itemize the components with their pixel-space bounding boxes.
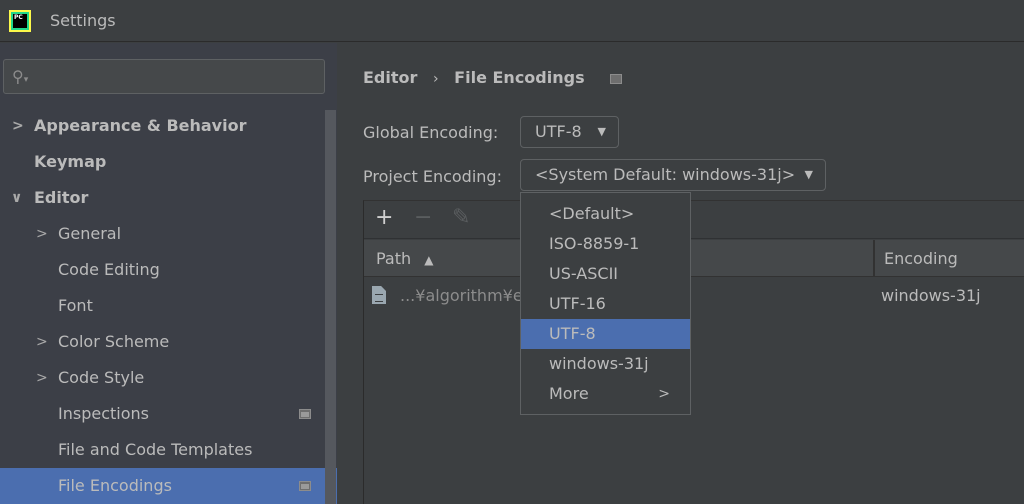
sidebar-scrollbar[interactable] [325, 110, 336, 504]
dropdown-option-iso-8859-1[interactable]: ISO-8859-1 [521, 229, 690, 259]
table-row[interactable]: ...¥algorithm¥ev windows-31j [364, 278, 1024, 314]
encoding-table: + − ✎ Path ▲ Encoding ...¥algorithm¥ev w… [363, 200, 1024, 504]
dropdown-caret-icon: ▼ [597, 125, 606, 138]
search-icon[interactable]: ⚲▾ [12, 67, 28, 86]
sidebar-item-editor[interactable]: ∨ Editor [0, 180, 337, 216]
breadcrumb-current: File Encodings [454, 68, 585, 87]
project-scope-icon [610, 73, 623, 84]
project-encoding-dropdown: <Default> ISO-8859-1 US-ASCII UTF-16 UTF… [520, 192, 691, 415]
column-divider[interactable] [873, 240, 875, 277]
breadcrumb-separator: › [432, 71, 439, 87]
column-header-path[interactable]: Path ▲ [376, 240, 433, 279]
global-encoding-label: Global Encoding: [363, 123, 499, 142]
dropdown-option-windows-31j[interactable]: windows-31j [521, 349, 690, 379]
column-header-encoding[interactable]: Encoding [884, 240, 958, 277]
row-encoding[interactable]: windows-31j [881, 278, 981, 314]
dropdown-option-utf-16[interactable]: UTF-16 [521, 289, 690, 319]
dropdown-option-more[interactable]: More > [521, 379, 690, 409]
chevron-right-icon[interactable]: > [36, 216, 48, 252]
sidebar-item-file-encodings[interactable]: File Encodings [0, 468, 337, 504]
sidebar-item-inspections[interactable]: Inspections [0, 396, 337, 432]
sidebar-item-code-editing[interactable]: Code Editing [0, 252, 337, 288]
global-encoding-select[interactable]: UTF-8 ▼ [520, 116, 619, 148]
sort-ascending-icon: ▲ [424, 253, 434, 267]
breadcrumb: Editor › File Encodings [363, 68, 632, 87]
dropdown-option-us-ascii[interactable]: US-ASCII [521, 259, 690, 289]
project-encoding-label: Project Encoding: [363, 167, 502, 186]
chevron-right-icon[interactable]: > [36, 324, 48, 360]
dropdown-option-default[interactable]: <Default> [521, 199, 690, 229]
project-scope-icon [299, 481, 311, 491]
settings-sidebar: ⚲▾ > Appearance & Behavior Keymap ∨ Edit… [0, 43, 337, 504]
chevron-down-icon[interactable]: ∨ [11, 180, 22, 216]
file-icon [372, 286, 386, 304]
chevron-right-icon[interactable]: > [12, 108, 24, 144]
sidebar-item-code-style[interactable]: > Code Style [0, 360, 337, 396]
remove-icon[interactable]: − [414, 205, 432, 230]
sidebar-item-general[interactable]: > General [0, 216, 337, 252]
row-path: ...¥algorithm¥ev [400, 286, 533, 305]
project-scope-icon [299, 409, 311, 419]
table-toolbar: + − ✎ [364, 201, 1024, 239]
window-title: Settings [50, 11, 116, 30]
dropdown-caret-icon: ▼ [804, 168, 813, 181]
project-encoding-select[interactable]: <System Default: windows-31j> ▼ [520, 159, 826, 191]
add-icon[interactable]: + [375, 205, 393, 230]
breadcrumb-parent[interactable]: Editor [363, 68, 417, 87]
edit-icon[interactable]: ✎ [452, 205, 470, 230]
title-bar: PC Settings [0, 0, 1024, 42]
search-input[interactable]: ⚲▾ [3, 59, 325, 94]
sidebar-item-color-scheme[interactable]: > Color Scheme [0, 324, 337, 360]
chevron-right-icon[interactable]: > [36, 360, 48, 396]
chevron-right-icon: > [658, 386, 670, 402]
table-header: Path ▲ Encoding [364, 240, 1024, 277]
sidebar-item-keymap[interactable]: Keymap [0, 144, 337, 180]
dropdown-option-utf-8[interactable]: UTF-8 [521, 319, 690, 349]
sidebar-item-appearance-behavior[interactable]: > Appearance & Behavior [0, 108, 337, 144]
sidebar-item-font[interactable]: Font [0, 288, 337, 324]
pycharm-logo-icon: PC [9, 10, 31, 32]
sidebar-item-file-and-code-templates[interactable]: File and Code Templates [0, 432, 337, 468]
